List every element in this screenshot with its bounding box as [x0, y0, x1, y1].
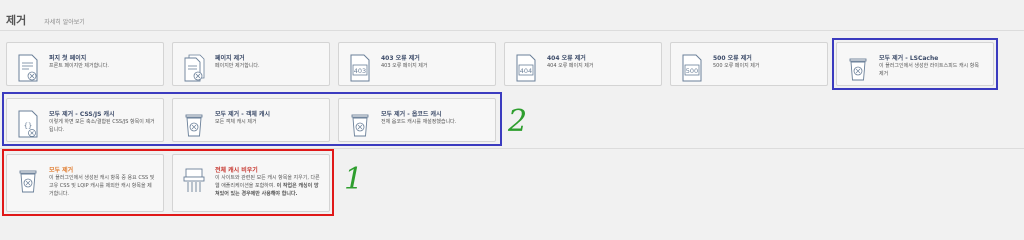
purge-500-card[interactable]: 500 500 오류 제거 500 오류 페이지 제거	[670, 42, 828, 86]
card-title: 전체 캐시 비우기	[215, 167, 258, 174]
card-description: 이렇게 하면 모든 축소/결합된 CSS/JS 항목이 제거됩니다.	[49, 119, 155, 133]
annotation-number-one: 1	[344, 162, 364, 197]
card-title: 모두 제거 - LSCache	[879, 55, 939, 62]
purge-cssjs-card[interactable]: {} 모두 제거 - CSS/JS 캐시 이렇게 하면 모든 축소/결합된 CS…	[6, 98, 164, 142]
purge-front-page-card[interactable]: 퍼지 첫 페이지 프론트 페이지만 제거합니다.	[6, 42, 164, 86]
purge-opcode-cache-card[interactable]: 모두 제거 - 옵코드 캐시 전체 옵코드 캐시를 재설정했습니다.	[338, 98, 496, 142]
card-title: 403 오류 제거	[381, 55, 420, 62]
svg-text:500: 500	[686, 67, 698, 75]
card-description: 403 오류 페이지 제거	[381, 63, 428, 69]
card-description: 전체 옵코드 캐시를 재설정했습니다.	[381, 119, 457, 125]
card-title: 404 오류 제거	[547, 55, 586, 62]
card-title: 퍼지 첫 페이지	[49, 55, 87, 62]
annotation-number-two: 2	[508, 104, 528, 139]
card-description: 이 플러그인에서 생성된 캐시 항목 중 용요 CSS 및 고유 CSS 및 L…	[49, 175, 155, 197]
svg-text:{}: {}	[24, 122, 32, 130]
error-404-icon: 404	[516, 54, 536, 82]
trash-bin-icon	[19, 170, 37, 193]
row-divider	[0, 148, 1024, 149]
code-file-icon: {}	[18, 110, 38, 138]
purge-all-lscache-card[interactable]: 모두 제거 - LSCache 이 플러그인에서 생성한 라이트스피드 캐시 항…	[836, 42, 994, 86]
purge-404-card[interactable]: 404 404 오류 제거 404 오류 페이지 제거	[504, 42, 662, 86]
page-purge-icon	[18, 54, 38, 82]
card-description: 모든 객체 캐시 제거	[215, 119, 257, 125]
header-divider	[0, 30, 1024, 31]
card-description: 프론트 페이지만 제거합니다.	[49, 63, 109, 69]
purge-all-card[interactable]: 모두 제거 이 플러그인에서 생성된 캐시 항목 중 용요 CSS 및 고유 C…	[6, 154, 164, 212]
card-description: 500 오류 페이지 제거	[713, 63, 760, 69]
svg-text:403: 403	[354, 67, 366, 75]
learn-more-link[interactable]: 자세히 알아보기	[44, 17, 85, 26]
svg-text:404: 404	[520, 67, 532, 75]
card-title: 모두 제거 - CSS/JS 캐시	[49, 111, 115, 118]
error-403-icon: 403	[350, 54, 370, 82]
empty-entire-cache-card[interactable]: 전체 캐시 비우기 이 사이트와 관련된 모든 캐시 항목을 지우기, 다른 웹…	[172, 154, 330, 212]
purge-403-card[interactable]: 403 403 오류 제거 403 오류 페이지 제거	[338, 42, 496, 86]
card-description: 페이지만 제거합니다.	[215, 63, 260, 69]
page-title: 제거	[6, 14, 27, 27]
card-title: 모두 제거	[49, 167, 74, 174]
card-title: 페이지 제거	[215, 55, 245, 62]
purge-pages-card[interactable]: 페이지 제거 페이지만 제거합니다.	[172, 42, 330, 86]
trash-bin-icon	[185, 114, 203, 137]
card-title: 500 오류 제거	[713, 55, 752, 62]
card-title: 모두 제거 - 객체 캐시	[215, 111, 271, 118]
section-header: 제거 자세히 알아보기	[6, 12, 85, 28]
card-description: 이 사이트와 관련된 모든 캐시 항목을 지우기, 다른 웹 애플리케이션을 포…	[215, 174, 321, 198]
card-title: 모두 제거 - 옵코드 캐시	[381, 111, 442, 118]
trash-bin-icon	[351, 114, 369, 137]
error-500-icon: 500	[682, 54, 702, 82]
trash-bin-icon	[849, 58, 867, 81]
pages-purge-icon	[184, 54, 205, 82]
purge-object-cache-card[interactable]: 모두 제거 - 객체 캐시 모든 객체 캐시 제거	[172, 98, 330, 142]
card-description: 404 오류 페이지 제거	[547, 63, 594, 69]
shredder-icon	[183, 168, 205, 192]
card-description: 이 플러그인에서 생성한 라이트스피드 캐시 항목 제거	[879, 63, 979, 77]
